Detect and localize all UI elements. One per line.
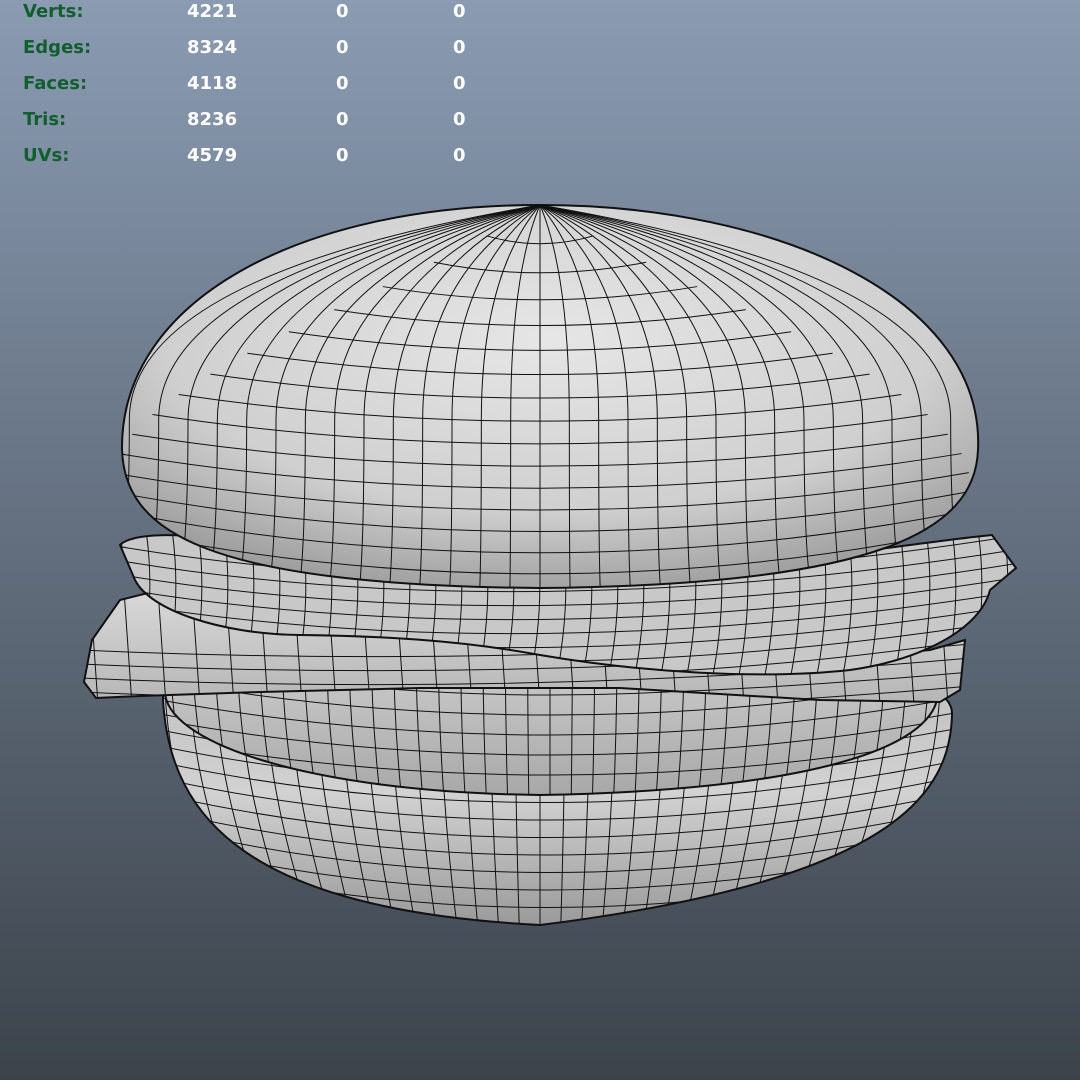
hud-value-selected: 0 <box>336 37 349 58</box>
hud-value-selected: 0 <box>336 1 349 22</box>
hud-value-other: 0 <box>453 145 466 166</box>
hud-value-total: 4118 <box>187 73 238 94</box>
hud-row-faces: Faces: 4118 0 0 <box>0 72 520 108</box>
top-bun[interactable] <box>110 203 980 598</box>
hud-value-other: 0 <box>453 37 466 58</box>
hud-value-other: 0 <box>453 109 466 130</box>
hud-value-total: 8236 <box>187 109 238 130</box>
hud-value-other: 0 <box>453 1 466 22</box>
hud-value-selected: 0 <box>336 73 349 94</box>
hud-label: Edges: <box>23 37 92 58</box>
3d-viewport[interactable]: Verts: 4221 0 0 Edges: 8324 0 0 Faces: 4… <box>0 0 1080 1080</box>
poly-count-hud: Verts: 4221 0 0 Edges: 8324 0 0 Faces: 4… <box>0 0 520 180</box>
hud-row-tris: Tris: 8236 0 0 <box>0 108 520 144</box>
hud-label: Verts: <box>23 1 84 22</box>
hud-value-total: 4579 <box>187 145 238 166</box>
hud-value-total: 8324 <box>187 37 238 58</box>
hud-row-verts: Verts: 4221 0 0 <box>0 0 520 36</box>
hud-label: UVs: <box>23 145 70 166</box>
hud-value-selected: 0 <box>336 109 349 130</box>
hud-label: Tris: <box>23 109 67 130</box>
hud-label: Faces: <box>23 73 88 94</box>
hud-value-selected: 0 <box>336 145 349 166</box>
hud-value-other: 0 <box>453 73 466 94</box>
hud-row-uvs: UVs: 4579 0 0 <box>0 144 520 180</box>
hud-value-total: 4221 <box>187 1 238 22</box>
hud-row-edges: Edges: 8324 0 0 <box>0 36 520 72</box>
